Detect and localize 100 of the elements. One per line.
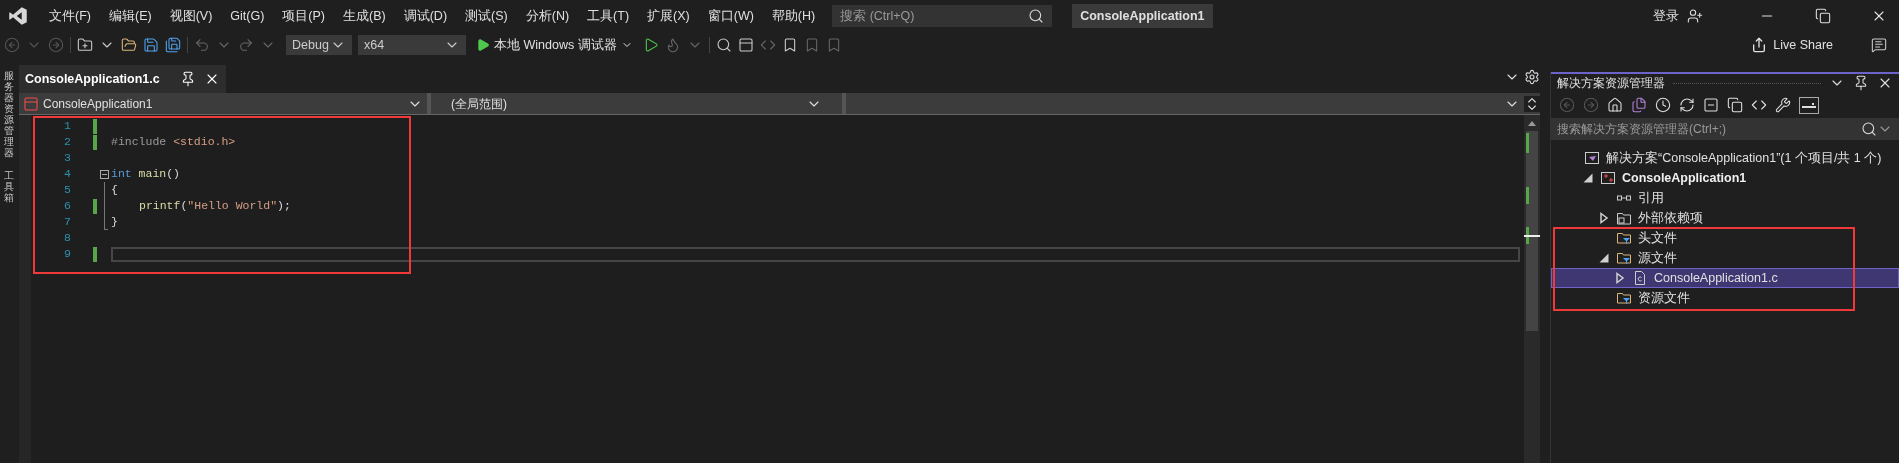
platform-dropdown[interactable]: x64: [358, 35, 466, 55]
search-field[interactable]: 搜索 (Ctrl+Q): [832, 5, 1053, 27]
dependencies-icon: [1616, 210, 1632, 226]
search-placeholder: 搜索 (Ctrl+Q): [840, 7, 916, 25]
menu-item[interactable]: 调试(D): [394, 6, 457, 26]
line-number: 2: [63, 134, 71, 151]
platform-value: x64: [364, 36, 385, 54]
split-icon[interactable]: [1524, 95, 1540, 112]
menu-item[interactable]: 生成(B): [334, 6, 395, 26]
tree-item-label: ConsoleApplication1.c: [1654, 269, 1778, 287]
menu-item[interactable]: 项目(P): [273, 6, 334, 26]
open-folder-icon[interactable]: [121, 37, 137, 53]
menu-item[interactable]: 工具(T): [578, 6, 639, 26]
code-line: {: [111, 182, 118, 199]
side-tab[interactable]: 工具箱: [3, 170, 14, 203]
pending-changes-icon[interactable]: [1655, 97, 1671, 113]
save-icon[interactable]: [143, 37, 159, 53]
settings-icon[interactable]: [1524, 69, 1540, 85]
line-number: 9: [63, 246, 71, 263]
configuration-value: Debug: [292, 36, 329, 54]
preview-icon: [1802, 102, 1816, 108]
menu-item[interactable]: 分析(N): [516, 6, 579, 26]
feedback-icon[interactable]: [1871, 37, 1887, 53]
code-line: printf("Hello World");: [138, 198, 291, 215]
window-icon[interactable]: [737, 37, 754, 53]
tree-item-label: 源文件: [1638, 249, 1677, 267]
scrollbar-map[interactable]: [1526, 131, 1538, 331]
line-number: 6: [63, 198, 71, 215]
home-icon[interactable]: [1607, 97, 1623, 113]
tree-item[interactable]: 外部依赖项: [1551, 208, 1899, 228]
solution-icon: [1584, 150, 1600, 166]
scroll-up-icon[interactable]: [1528, 119, 1536, 127]
collapsed-arrow-icon[interactable]: [1598, 212, 1610, 224]
solution-name-badge: ConsoleApplication1: [1072, 4, 1213, 28]
menu-item[interactable]: 文件(F): [40, 6, 100, 26]
search-icon[interactable]: [1028, 8, 1045, 24]
project-name: ConsoleApplication1: [43, 95, 154, 113]
search-icon[interactable]: [1861, 121, 1877, 137]
show-all-files-icon[interactable]: [1727, 97, 1743, 113]
search-field[interactable]: 搜索解决方案资源管理器(Ctrl+;): [1551, 118, 1899, 140]
preview-toggle[interactable]: [1799, 96, 1819, 114]
tree-item-label: 解决方案“ConsoleApplication1”(1 个项目/共 1 个): [1606, 149, 1882, 167]
find-icon[interactable]: [715, 37, 732, 53]
code-icon[interactable]: [1751, 97, 1767, 113]
scope-name: (全局范围): [451, 95, 508, 113]
line-number: 8: [63, 230, 71, 247]
code-line: }: [111, 214, 118, 231]
side-tab[interactable]: 服务器资源管理器: [3, 70, 14, 158]
run-button[interactable]: 本地 Windows 调试器: [472, 35, 637, 55]
new-project-icon[interactable]: [77, 37, 93, 53]
filter-folder-icon: [1616, 290, 1632, 306]
filter-folder-icon: [1616, 250, 1632, 266]
properties-icon[interactable]: [1775, 97, 1791, 113]
collapse-all-icon[interactable]: [1703, 97, 1719, 113]
expanded-arrow-icon[interactable]: [1582, 172, 1594, 184]
menu-item[interactable]: Git(G): [221, 6, 274, 26]
tree-item[interactable]: ConsoleApplication1.c: [1551, 268, 1899, 288]
comment-icon[interactable]: [759, 37, 776, 53]
expanded-arrow-icon[interactable]: [1598, 252, 1610, 264]
c-file-icon: [1632, 270, 1648, 286]
undo-icon[interactable]: [194, 37, 210, 53]
panel-title: 解决方案资源管理器: [1557, 75, 1665, 92]
line-number: 5: [63, 182, 71, 199]
line-number: 1: [63, 118, 71, 135]
tree-item-label: ConsoleApplication1: [1622, 169, 1747, 187]
tree-item[interactable]: 资源文件: [1551, 288, 1899, 308]
menu-item[interactable]: 编辑(E): [99, 6, 161, 26]
add-user-icon[interactable]: [1687, 8, 1703, 24]
play-icon: [476, 38, 490, 52]
project-icon: [1600, 170, 1616, 186]
sign-in-link[interactable]: 登录: [1653, 6, 1679, 26]
menu-item[interactable]: 帮助(H): [762, 6, 825, 26]
editor-tab[interactable]: ConsoleApplication1.c: [19, 65, 226, 93]
search-placeholder: 搜索解决方案资源管理器(Ctrl+;): [1557, 121, 1727, 138]
tree-item[interactable]: 引用: [1551, 188, 1899, 208]
pin-icon[interactable]: [1853, 75, 1869, 91]
app-logo: [8, 6, 28, 26]
tree-item[interactable]: 源文件: [1551, 248, 1899, 268]
redo-icon[interactable]: [238, 37, 254, 53]
share-icon: [1751, 37, 1768, 53]
tree-item[interactable]: 头文件: [1551, 228, 1899, 248]
collapsed-arrow-icon[interactable]: [1614, 272, 1626, 284]
menu-item[interactable]: 测试(S): [456, 6, 517, 26]
refresh-icon[interactable]: [1679, 97, 1695, 113]
menu-item[interactable]: 窗口(W): [698, 6, 763, 26]
tree-item[interactable]: ConsoleApplication1: [1551, 168, 1899, 188]
line-number: 3: [63, 150, 71, 167]
tree-item[interactable]: 解决方案“ConsoleApplication1”(1 个项目/共 1 个): [1551, 148, 1899, 168]
live-share-button[interactable]: Live Share: [1751, 35, 1833, 55]
code-line: #include <stdio.h>: [111, 134, 236, 151]
configuration-dropdown[interactable]: Debug: [286, 35, 352, 55]
switch-views-icon[interactable]: [1631, 97, 1647, 113]
tree-item-label: 外部依赖项: [1638, 209, 1703, 227]
collapse-icon[interactable]: [99, 169, 109, 179]
menu-item[interactable]: 扩展(X): [638, 6, 699, 26]
tab-label: ConsoleApplication1.c: [25, 70, 160, 88]
restore-icon[interactable]: [1815, 8, 1831, 24]
menu-item[interactable]: 视图(V): [160, 6, 222, 26]
line-number: 7: [63, 214, 71, 231]
save-all-icon[interactable]: [165, 37, 181, 53]
